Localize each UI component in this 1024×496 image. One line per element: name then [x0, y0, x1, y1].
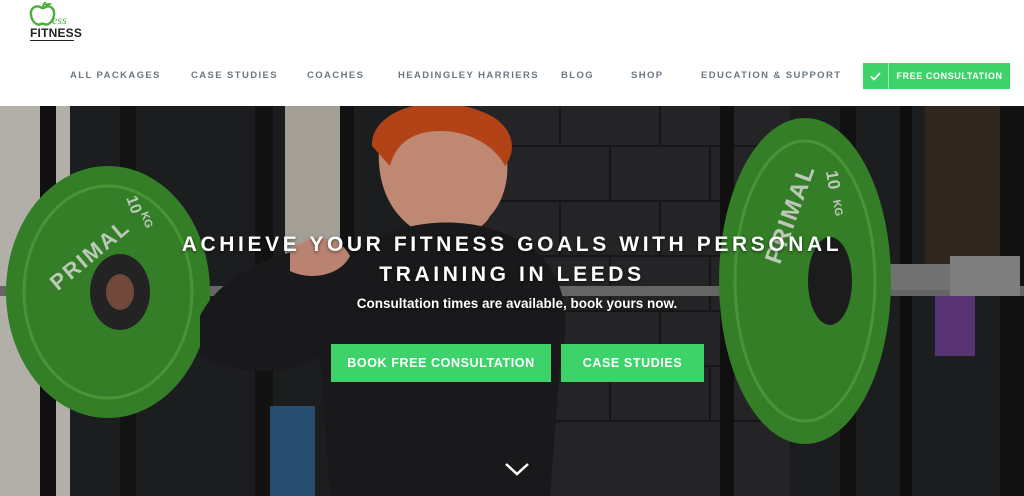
hero-subtitle: Consultation times are available, book y…	[356, 296, 678, 311]
nav-item-education-support[interactable]: EDUCATION & SUPPORT	[701, 70, 841, 81]
site-logo[interactable]: ess FITNESS	[28, 2, 84, 42]
logo-underline	[30, 40, 74, 41]
nav-item-shop[interactable]: SHOP	[631, 70, 664, 81]
check-icon	[863, 63, 889, 89]
free-consultation-button[interactable]: FREE CONSULTATION	[863, 63, 1010, 89]
nav-item-case-studies[interactable]: CASE STUDIES	[191, 70, 278, 81]
nav-item-all-packages[interactable]: ALL PACKAGES	[70, 70, 161, 81]
nav-item-coaches[interactable]: COACHES	[307, 70, 364, 81]
nav-item-headingley-harriers[interactable]: HEADINGLEY HARRIERS	[398, 70, 539, 81]
chevron-down-icon[interactable]	[504, 461, 530, 477]
hero-banner: PRIMAL 10 KG PRIMAL 10 KG ACHIEVE YOUR F…	[0, 106, 1024, 496]
site-header: ess FITNESS ALL PACKAGES CASE STUDIES CO…	[0, 0, 1024, 106]
hero-title: ACHIEVE YOUR FITNESS GOALS WITH PERSONAL…	[181, 233, 843, 286]
book-free-consultation-button[interactable]: BOOK FREE CONSULTATION	[331, 344, 551, 382]
nav-item-blog[interactable]: BLOG	[561, 70, 594, 81]
case-studies-button[interactable]: CASE STUDIES	[561, 344, 704, 382]
free-consultation-label: FREE CONSULTATION	[896, 71, 1003, 81]
logo-text-main: FITNESS	[30, 26, 83, 40]
